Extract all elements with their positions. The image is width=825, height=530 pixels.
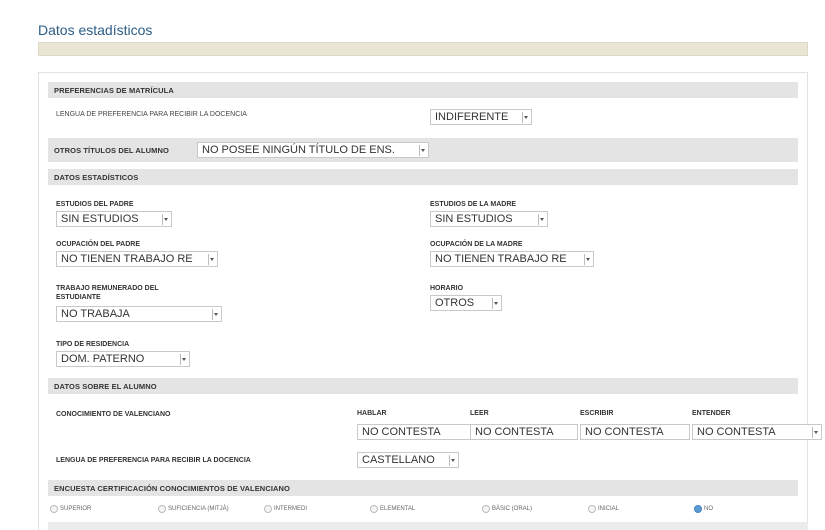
trabajo-remunerado-label-line2: ESTUDIANTE	[56, 294, 101, 301]
chevron-down-icon	[812, 427, 818, 438]
ocupacion-padre-value: NO TIENEN TRABAJO RE	[61, 253, 193, 265]
estudios-madre-label: ESTUDIOS DE LA MADRE	[430, 201, 517, 208]
horario-value: OTROS	[435, 297, 475, 309]
radio-intermedi[interactable]: INTERMEDI	[264, 505, 307, 513]
radio-icon	[158, 505, 166, 513]
tipo-residencia-label: TIPO DE RESIDENCIA	[56, 341, 130, 348]
chevron-down-icon	[208, 254, 214, 265]
radio-elemental[interactable]: ELEMENTAL	[370, 505, 415, 513]
ocupacion-madre-label: OCUPACIÓN DE LA MADRE	[430, 241, 523, 248]
radio-icon	[370, 505, 378, 513]
leer-value: NO CONTESTA	[475, 426, 554, 438]
hablar-label: HABLAR	[357, 410, 387, 417]
radio-label: NO	[704, 506, 713, 512]
ocupacion-madre-select[interactable]: NO TIENEN TRABAJO RE	[430, 251, 594, 267]
lengua-docencia-value: INDIFERENTE	[435, 111, 509, 123]
lengua-docencia-alumno-value: CASTELLANO	[362, 454, 435, 466]
estudios-padre-value: SIN ESTUDIOS	[61, 213, 139, 225]
trabajo-remunerado-value: NO TRABAJA	[61, 308, 130, 320]
lengua-docencia-alumno-label: LENGUA DE PREFERENCIA PARA RECIBIR LA DO…	[56, 457, 251, 464]
chevron-down-icon	[419, 145, 425, 156]
estudios-madre-select[interactable]: SIN ESTUDIOS	[430, 211, 548, 227]
radio-label: SUPERIOR	[60, 506, 92, 512]
radio-icon	[50, 505, 58, 513]
radio-inicial[interactable]: INICIAL	[588, 505, 619, 513]
chevron-down-icon	[522, 112, 528, 123]
radio-label: SUFICIENCIA (MITJÀ)	[168, 506, 229, 512]
chevron-down-icon	[212, 309, 218, 320]
radio-suficiencia[interactable]: SUFICIENCIA (MITJÀ)	[158, 505, 229, 513]
otros-titulos-value: NO POSEE NINGÚN TÍTULO DE ENS.	[202, 144, 395, 156]
ocupacion-padre-select[interactable]: NO TIENEN TRABAJO RE	[56, 251, 218, 267]
lengua-docencia-label: LENGUA DE PREFERENCIA PARA RECIBIR LA DO…	[56, 111, 247, 118]
chevron-down-icon	[180, 354, 186, 365]
ocupacion-padre-label: OCUPACIÓN DEL PADRE	[56, 241, 141, 248]
chevron-down-icon	[449, 455, 455, 466]
radio-label: BÀSIC (ORAL)	[492, 506, 533, 512]
hablar-select[interactable]: NO CONTESTA	[357, 424, 471, 440]
trabajo-remunerado-label: TRABAJO REMUNERADO DEL ESTUDIANTE	[56, 284, 159, 302]
trabajo-remunerado-label-line1: TRABAJO REMUNERADO DEL	[56, 285, 159, 292]
conocimiento-valenciano-label: CONOCIMIENTO DE VALENCIANO	[56, 411, 171, 418]
radio-label: INTERMEDI	[274, 506, 307, 512]
title-bar	[38, 42, 808, 56]
horario-select[interactable]: OTROS	[430, 295, 502, 311]
page-title: Datos estadísticos	[38, 22, 153, 38]
lengua-docencia-alumno-select[interactable]: CASTELLANO	[357, 452, 459, 468]
section-footer-bar	[48, 522, 808, 530]
chevron-down-icon	[584, 254, 590, 265]
escribir-value: NO CONTESTA	[585, 426, 664, 438]
radio-selected-icon	[694, 505, 702, 513]
radio-basic-oral[interactable]: BÀSIC (ORAL)	[482, 505, 532, 513]
radio-icon	[588, 505, 596, 513]
chevron-down-icon	[538, 214, 544, 225]
radio-no[interactable]: NO	[694, 505, 713, 513]
tipo-residencia-value: DOM. PATERNO	[61, 353, 145, 365]
chevron-down-icon	[492, 298, 498, 309]
radio-icon	[482, 505, 490, 513]
lengua-docencia-select[interactable]: INDIFERENTE	[430, 109, 532, 125]
section-datos-alumno: DATOS SOBRE EL ALUMNO	[48, 378, 798, 394]
section-encuesta-valenciano: ENCUESTA CERTIFICACIÓN CONOCIMIENTOS DE …	[48, 480, 798, 496]
radio-icon	[264, 505, 272, 513]
ocupacion-madre-value: NO TIENEN TRABAJO RE	[435, 253, 567, 265]
entender-select[interactable]: NO CONTESTA	[692, 424, 822, 440]
radio-label: ELEMENTAL	[380, 506, 416, 512]
horario-label: HORARIO	[430, 285, 464, 292]
leer-select[interactable]: NO CONTESTA	[470, 424, 578, 440]
entender-value: NO CONTESTA	[697, 426, 776, 438]
estudios-madre-value: SIN ESTUDIOS	[435, 213, 513, 225]
encuesta-radio-group: SUPERIOR SUFICIENCIA (MITJÀ) INTERMEDI E…	[48, 505, 808, 519]
estudios-padre-select[interactable]: SIN ESTUDIOS	[56, 211, 172, 227]
section-datos-estadisticos: DATOS ESTADÍSTICOS	[48, 169, 798, 185]
leer-label: LEER	[470, 410, 489, 417]
escribir-select[interactable]: NO CONTESTA	[580, 424, 690, 440]
otros-titulos-select[interactable]: NO POSEE NINGÚN TÍTULO DE ENS.	[197, 142, 429, 158]
section-preferencias-matricula: PREFERENCIAS DE MATRÍCULA	[48, 82, 798, 98]
radio-superior[interactable]: SUPERIOR	[50, 505, 91, 513]
escribir-label: ESCRIBIR	[580, 410, 614, 417]
tipo-residencia-select[interactable]: DOM. PATERNO	[56, 351, 190, 367]
radio-label: INICIAL	[598, 506, 620, 512]
trabajo-remunerado-select[interactable]: NO TRABAJA	[56, 306, 222, 322]
estudios-padre-label: ESTUDIOS DEL PADRE	[56, 201, 134, 208]
hablar-value: NO CONTESTA	[362, 426, 441, 438]
entender-label: ENTENDER	[692, 410, 731, 417]
chevron-down-icon	[162, 214, 168, 225]
otros-titulos-label: OTROS TÍTULOS DEL ALUMNO	[54, 145, 169, 155]
